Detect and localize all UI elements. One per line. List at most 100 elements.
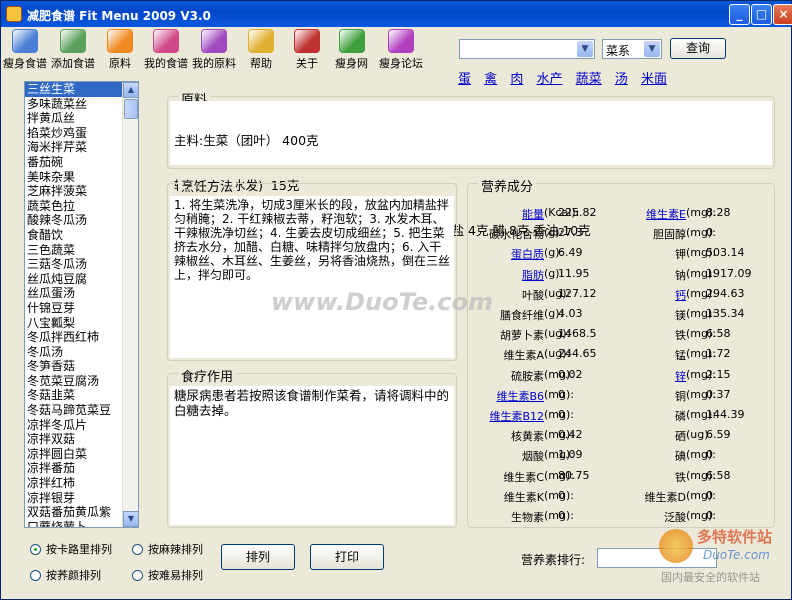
quick-link-egg[interactable]: 蛋 <box>458 72 471 87</box>
nutrient-label[interactable]: 维生素B12 <box>489 408 544 424</box>
nutrient-label[interactable]: 锌 <box>675 368 686 384</box>
watermark-logo-url: DuoTe.com <box>703 548 770 562</box>
watermark-logo-text: 多特软件站 <box>697 528 773 546</box>
maximize-button[interactable]: □ <box>751 4 772 25</box>
sort-button[interactable]: 排列 <box>221 544 295 570</box>
nutrient-value: 2.15 <box>706 367 731 381</box>
scroll-down-icon[interactable]: ▼ <box>123 511 138 527</box>
nutrient-value: 4.03 <box>558 307 583 320</box>
fruit-icon <box>107 29 133 53</box>
nutrient-label: 胆固醇 <box>653 228 686 242</box>
nutrient-value: 0 <box>558 488 565 502</box>
quick-link-poultry[interactable]: 禽 <box>484 72 497 87</box>
nutrient-label: 生物素 <box>511 511 544 524</box>
cooking-text[interactable]: 1. 将生菜洗净，切成3厘米长的段，放盆内加精盐拌匀稍腌；2. 干红辣椒去蒂，籽… <box>170 196 454 358</box>
toolbar-button-diet-recipes[interactable]: 瘦身食谱 <box>3 29 47 71</box>
nutrient-value: 6.49 <box>558 246 583 260</box>
nutrient-value: 1917.09 <box>706 266 752 280</box>
app-icon <box>6 6 22 22</box>
nutrient-label: 维生素D <box>644 490 686 504</box>
chevron-down-icon[interactable]: ▼ <box>577 41 593 57</box>
toolbar-label: 瘦身论坛 <box>379 57 423 70</box>
nutrient-label[interactable]: 蛋白质 <box>511 246 544 262</box>
nutrient-value: 225.82 <box>558 206 597 219</box>
nutrient-label: 硒 <box>675 430 686 444</box>
ingredients-text[interactable]: 主料:生菜（团叶） 400克 辅料:木耳(水发) 15克 调料:辣椒(红、尖、干… <box>170 101 772 238</box>
nutrient-value: 0 <box>706 226 713 240</box>
toolbar-label: 原料 <box>109 57 131 70</box>
nutrient-value: 135.34 <box>706 307 745 320</box>
quick-link-meat[interactable]: 肉 <box>510 72 523 87</box>
toolbar-button-my-ingredients[interactable]: 我的原料 <box>192 29 236 71</box>
forum-icon <box>388 29 414 53</box>
toolbar-label: 我的食谱 <box>144 57 188 70</box>
recipe-list-scrollbar[interactable]: ▲ ▼ <box>122 82 138 527</box>
logo-icon <box>659 529 693 563</box>
nutrient-label: 铁 <box>675 329 686 343</box>
ingredients-group: 原料 主料:生菜（团叶） 400克 辅料:木耳(水发) 15克 调料:辣椒(红、… <box>167 89 775 238</box>
chevron-down-icon[interactable]: ▼ <box>644 41 660 57</box>
tools-icon <box>294 29 320 53</box>
therapy-text[interactable]: 糖尿病患者若按照该食谱制作菜肴，请将调料中的白糖去掉。 <box>170 386 454 525</box>
toolbar-label: 添加食谱 <box>51 57 95 70</box>
scroll-thumb[interactable] <box>124 99 138 119</box>
toolbar-button-diet-forum[interactable]: 瘦身论坛 <box>379 29 423 71</box>
minimize-button[interactable]: _ <box>729 4 750 25</box>
search-input[interactable]: ▼ <box>459 39 595 59</box>
nutrient-value: 144.39 <box>706 408 745 421</box>
nutrient-label[interactable]: 维生素E <box>646 206 686 222</box>
house-icon <box>338 29 365 53</box>
toolbar-button-my-recipes[interactable]: 我的食谱 <box>144 29 188 71</box>
sort-by-calorie-radio[interactable]: 按卡路里排列 <box>30 541 112 557</box>
calendar-icon <box>12 29 38 53</box>
nutrient-label[interactable]: 维生素B6 <box>496 388 544 404</box>
query-button[interactable]: 查询 <box>670 38 726 59</box>
toolbar-button-diet-site[interactable]: 瘦身网 <box>335 29 368 71</box>
category-select[interactable]: 菜系 ▼ <box>602 39 662 59</box>
toolbar-button-about[interactable]: 关于 <box>294 29 320 71</box>
toolbar-button-ingredients[interactable]: 原料 <box>107 29 133 71</box>
nutrient-label: 核黄素 <box>511 430 544 444</box>
pot-icon <box>153 29 179 53</box>
toolbar-button-add-recipe[interactable]: 添加食谱 <box>51 29 95 71</box>
nutrient-label: 维生素K <box>503 490 544 504</box>
therapy-group: 食疗作用 糖尿病患者若按照该食谱制作菜肴，请将调料中的白糖去掉。 <box>167 366 457 528</box>
toolbar-label: 我的原料 <box>192 57 236 70</box>
quick-link-rice-noodle[interactable]: 米面 <box>641 72 667 87</box>
nutrient-label[interactable]: 钙 <box>675 287 686 303</box>
quick-link-seafood[interactable]: 水产 <box>536 72 562 87</box>
nutrition-legend: 营养成分 <box>478 176 537 195</box>
quick-link-vegetable[interactable]: 蔬菜 <box>576 72 602 87</box>
recipe-list[interactable]: 三丝生菜 多味蔬菜丝 拌黄瓜丝 掐菜炒鸡蛋 海米拌芹菜 番茄碗 美味杂果 芝麻拌菠菜 蔬菜色拉酸… <box>24 81 139 528</box>
nutrient-value: 503.14 <box>706 246 745 260</box>
nutrient-value: 6.59 <box>706 428 731 442</box>
nutrient-label: 叶酸 <box>522 288 544 302</box>
category-value: 菜系 <box>606 44 631 58</box>
title-bar[interactable]: 减肥食谱 Fit Menu 2009 V3.0 _ □ × <box>1 1 792 27</box>
sort-by-spicy-radio[interactable]: 按麻辣排列 <box>132 541 203 557</box>
nutrient-label: 锰 <box>675 349 686 363</box>
sort-by-color-radio[interactable]: 按荞颜排列 <box>30 567 101 583</box>
nutrient-value: 1.09 <box>558 448 583 462</box>
quick-link-soup[interactable]: 汤 <box>615 72 628 87</box>
toolbar-label: 瘦身食谱 <box>3 57 47 70</box>
nutrient-value: 1468.5 <box>558 327 597 341</box>
nutrient-label: 烟酸 <box>522 450 544 464</box>
nutrient-label[interactable]: 能量 <box>522 206 544 222</box>
nutrition-group: 营养成分 能量 (Kcal): 225.82 碳水化合物 (g): 27.3 蛋白质 (g):… <box>467 176 775 528</box>
nutrient-value: 0 <box>558 387 565 401</box>
toolbar-button-help[interactable]: 帮助 <box>248 29 274 71</box>
app-window: 减肥食谱 Fit Menu 2009 V3.0 _ □ × 瘦身食谱 添加食谱 … <box>0 0 792 600</box>
watermark-logo-sub: 国内最安全的软件站 <box>661 571 760 584</box>
scroll-up-icon[interactable]: ▲ <box>123 82 138 98</box>
basket-icon <box>201 29 227 53</box>
sort-by-difficulty-radio[interactable]: 按难易排列 <box>132 567 203 583</box>
nutrient-label: 胡萝卜素 <box>500 329 544 343</box>
print-button[interactable]: 打印 <box>310 544 384 570</box>
nutrient-value: 0 <box>558 509 565 522</box>
nutrient-label[interactable]: 脂肪 <box>522 267 544 283</box>
close-button[interactable]: × <box>773 4 792 25</box>
main-ingredient: 主料:生菜（团叶） 400克 <box>174 133 319 148</box>
nutrient-value: 0.02 <box>558 367 583 381</box>
nutrient-value: 0 <box>558 408 565 421</box>
